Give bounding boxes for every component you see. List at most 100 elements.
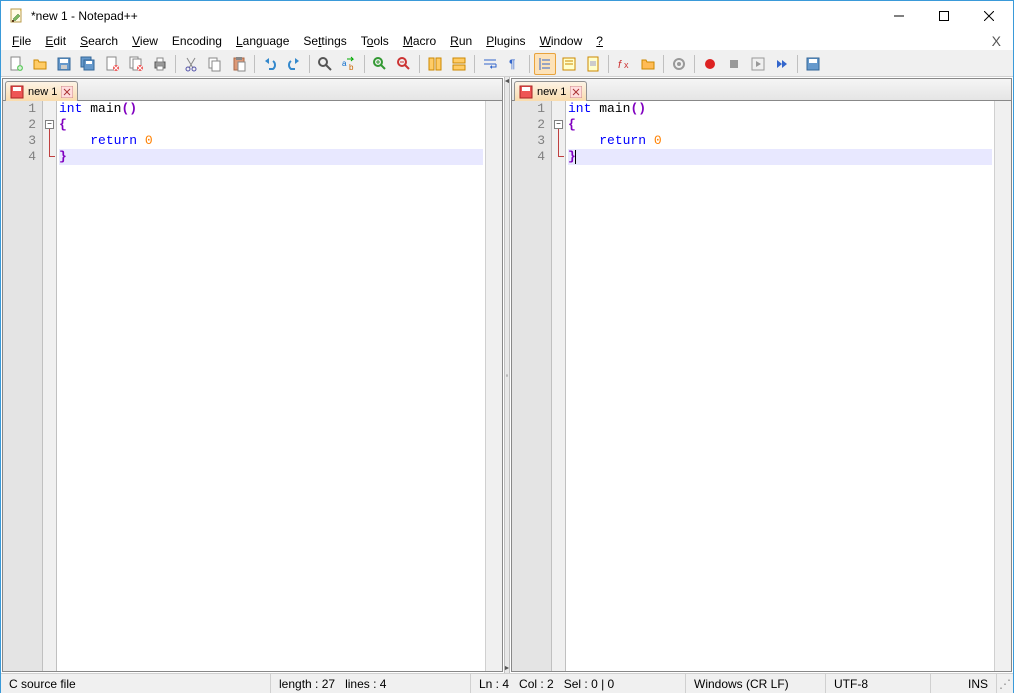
fold-gutter: − <box>552 101 566 671</box>
menu-encoding[interactable]: Encoding <box>165 32 229 50</box>
stop-macro-icon[interactable] <box>723 53 745 75</box>
editor-right[interactable]: 1234 − int main(){ return 0} <box>512 101 1011 671</box>
status-ln: Ln : 4 <box>479 677 509 691</box>
find-icon[interactable] <box>314 53 336 75</box>
print-icon[interactable] <box>149 53 171 75</box>
workspace: new 1 1234 − int main(){ return 0} ◄ ···… <box>1 77 1013 673</box>
record-macro-icon[interactable] <box>699 53 721 75</box>
tab-bar-left: new 1 <box>3 79 502 101</box>
copy-icon[interactable] <box>204 53 226 75</box>
toolbar-separator <box>663 55 664 73</box>
monitor-icon[interactable] <box>668 53 690 75</box>
doc-map-icon[interactable] <box>582 53 604 75</box>
menu-language[interactable]: Language <box>229 32 296 50</box>
window-title: *new 1 - Notepad++ <box>31 9 876 23</box>
save-all-icon[interactable] <box>77 53 99 75</box>
tab-close-icon[interactable] <box>570 86 582 98</box>
editor-left[interactable]: 1234 − int main(){ return 0} <box>3 101 502 671</box>
status-encoding[interactable]: UTF-8 <box>826 674 931 693</box>
indent-guide-icon[interactable] <box>534 53 556 75</box>
sync-h-icon[interactable] <box>448 53 470 75</box>
status-col: Col : 2 <box>519 677 554 691</box>
new-file-icon[interactable] <box>5 53 27 75</box>
svg-text:b: b <box>349 63 354 72</box>
status-lines: lines : 4 <box>345 677 386 691</box>
status-length: length : 27 <box>279 677 335 691</box>
menu-help[interactable]: ? <box>589 32 610 50</box>
svg-text:a: a <box>342 59 347 68</box>
line-number-gutter: 1234 <box>3 101 43 671</box>
open-file-icon[interactable] <box>29 53 51 75</box>
fold-toggle-icon[interactable]: − <box>554 120 563 129</box>
save-macro-icon[interactable] <box>802 53 824 75</box>
func-list-icon[interactable]: fx <box>613 53 635 75</box>
toolbar-separator <box>175 55 176 73</box>
toolbar-separator <box>529 55 530 73</box>
show-all-chars-icon[interactable]: ¶ <box>503 53 525 75</box>
status-eol[interactable]: Windows (CR LF) <box>686 674 826 693</box>
close-button[interactable] <box>966 2 1011 31</box>
fold-line <box>49 129 50 153</box>
toolbar-separator <box>364 55 365 73</box>
redo-icon[interactable] <box>283 53 305 75</box>
svg-text:f: f <box>618 59 622 71</box>
word-wrap-icon[interactable] <box>479 53 501 75</box>
zoom-out-icon[interactable] <box>393 53 415 75</box>
fold-gutter: − <box>43 101 57 671</box>
status-sel: Sel : 0 | 0 <box>564 677 614 691</box>
vertical-scrollbar[interactable] <box>994 101 1011 671</box>
menu-tools[interactable]: Tools <box>354 32 396 50</box>
toolbar-separator <box>254 55 255 73</box>
code-area-right[interactable]: int main(){ return 0} <box>566 101 994 671</box>
close-all-icon[interactable] <box>125 53 147 75</box>
play-multi-icon[interactable] <box>771 53 793 75</box>
fold-corner <box>49 152 55 157</box>
line-number-gutter: 1234 <box>512 101 552 671</box>
menu-settings[interactable]: Settings <box>296 32 353 50</box>
tab-close-icon[interactable] <box>61 86 73 98</box>
svg-text:x: x <box>624 60 629 70</box>
tab-new1-right[interactable]: new 1 <box>514 81 587 101</box>
menu-plugins[interactable]: Plugins <box>479 32 532 50</box>
menu-macro[interactable]: Macro <box>396 32 443 50</box>
splitter-arrow-left-icon: ◄ <box>504 78 511 85</box>
minimize-button[interactable] <box>876 2 921 31</box>
undo-icon[interactable] <box>259 53 281 75</box>
unsaved-file-icon <box>519 85 533 99</box>
menu-search[interactable]: Search <box>73 32 125 50</box>
menu-edit[interactable]: Edit <box>38 32 73 50</box>
unsaved-file-icon <box>10 85 24 99</box>
maximize-button[interactable] <box>921 2 966 31</box>
user-lang-icon[interactable] <box>558 53 580 75</box>
pane-splitter[interactable]: ◄ ······ ► <box>504 77 510 673</box>
cut-icon[interactable] <box>180 53 202 75</box>
replace-icon[interactable]: ab <box>338 53 360 75</box>
resize-grip-icon[interactable]: ⋰ <box>997 677 1013 691</box>
paste-icon[interactable] <box>228 53 250 75</box>
code-area-left[interactable]: int main(){ return 0} <box>57 101 485 671</box>
menu-window[interactable]: Window <box>533 32 590 50</box>
toolbar-separator <box>309 55 310 73</box>
vertical-scrollbar[interactable] <box>485 101 502 671</box>
tab-new1-left[interactable]: new 1 <box>5 81 78 101</box>
play-macro-icon[interactable] <box>747 53 769 75</box>
sync-v-icon[interactable] <box>424 53 446 75</box>
mdi-close-icon[interactable]: X <box>984 33 1009 49</box>
menu-run[interactable]: Run <box>443 32 479 50</box>
splitter-arrow-right-icon: ► <box>504 665 511 672</box>
tab-bar-right: new 1 <box>512 79 1011 101</box>
status-insert[interactable]: INS <box>931 674 997 693</box>
toolbar: ab ¶ fx <box>1 51 1013 77</box>
folder-workspace-icon[interactable] <box>637 53 659 75</box>
editor-pane-right: new 1 1234 − int main(){ return 0} <box>511 78 1012 672</box>
menu-view[interactable]: View <box>125 32 165 50</box>
status-bar: C source file length : 27 lines : 4 Ln :… <box>1 673 1013 693</box>
zoom-in-icon[interactable] <box>369 53 391 75</box>
toolbar-separator <box>474 55 475 73</box>
save-icon[interactable] <box>53 53 75 75</box>
close-file-icon[interactable] <box>101 53 123 75</box>
toolbar-separator <box>797 55 798 73</box>
fold-toggle-icon[interactable]: − <box>45 120 54 129</box>
toolbar-separator <box>608 55 609 73</box>
menu-file[interactable]: File <box>5 32 38 50</box>
